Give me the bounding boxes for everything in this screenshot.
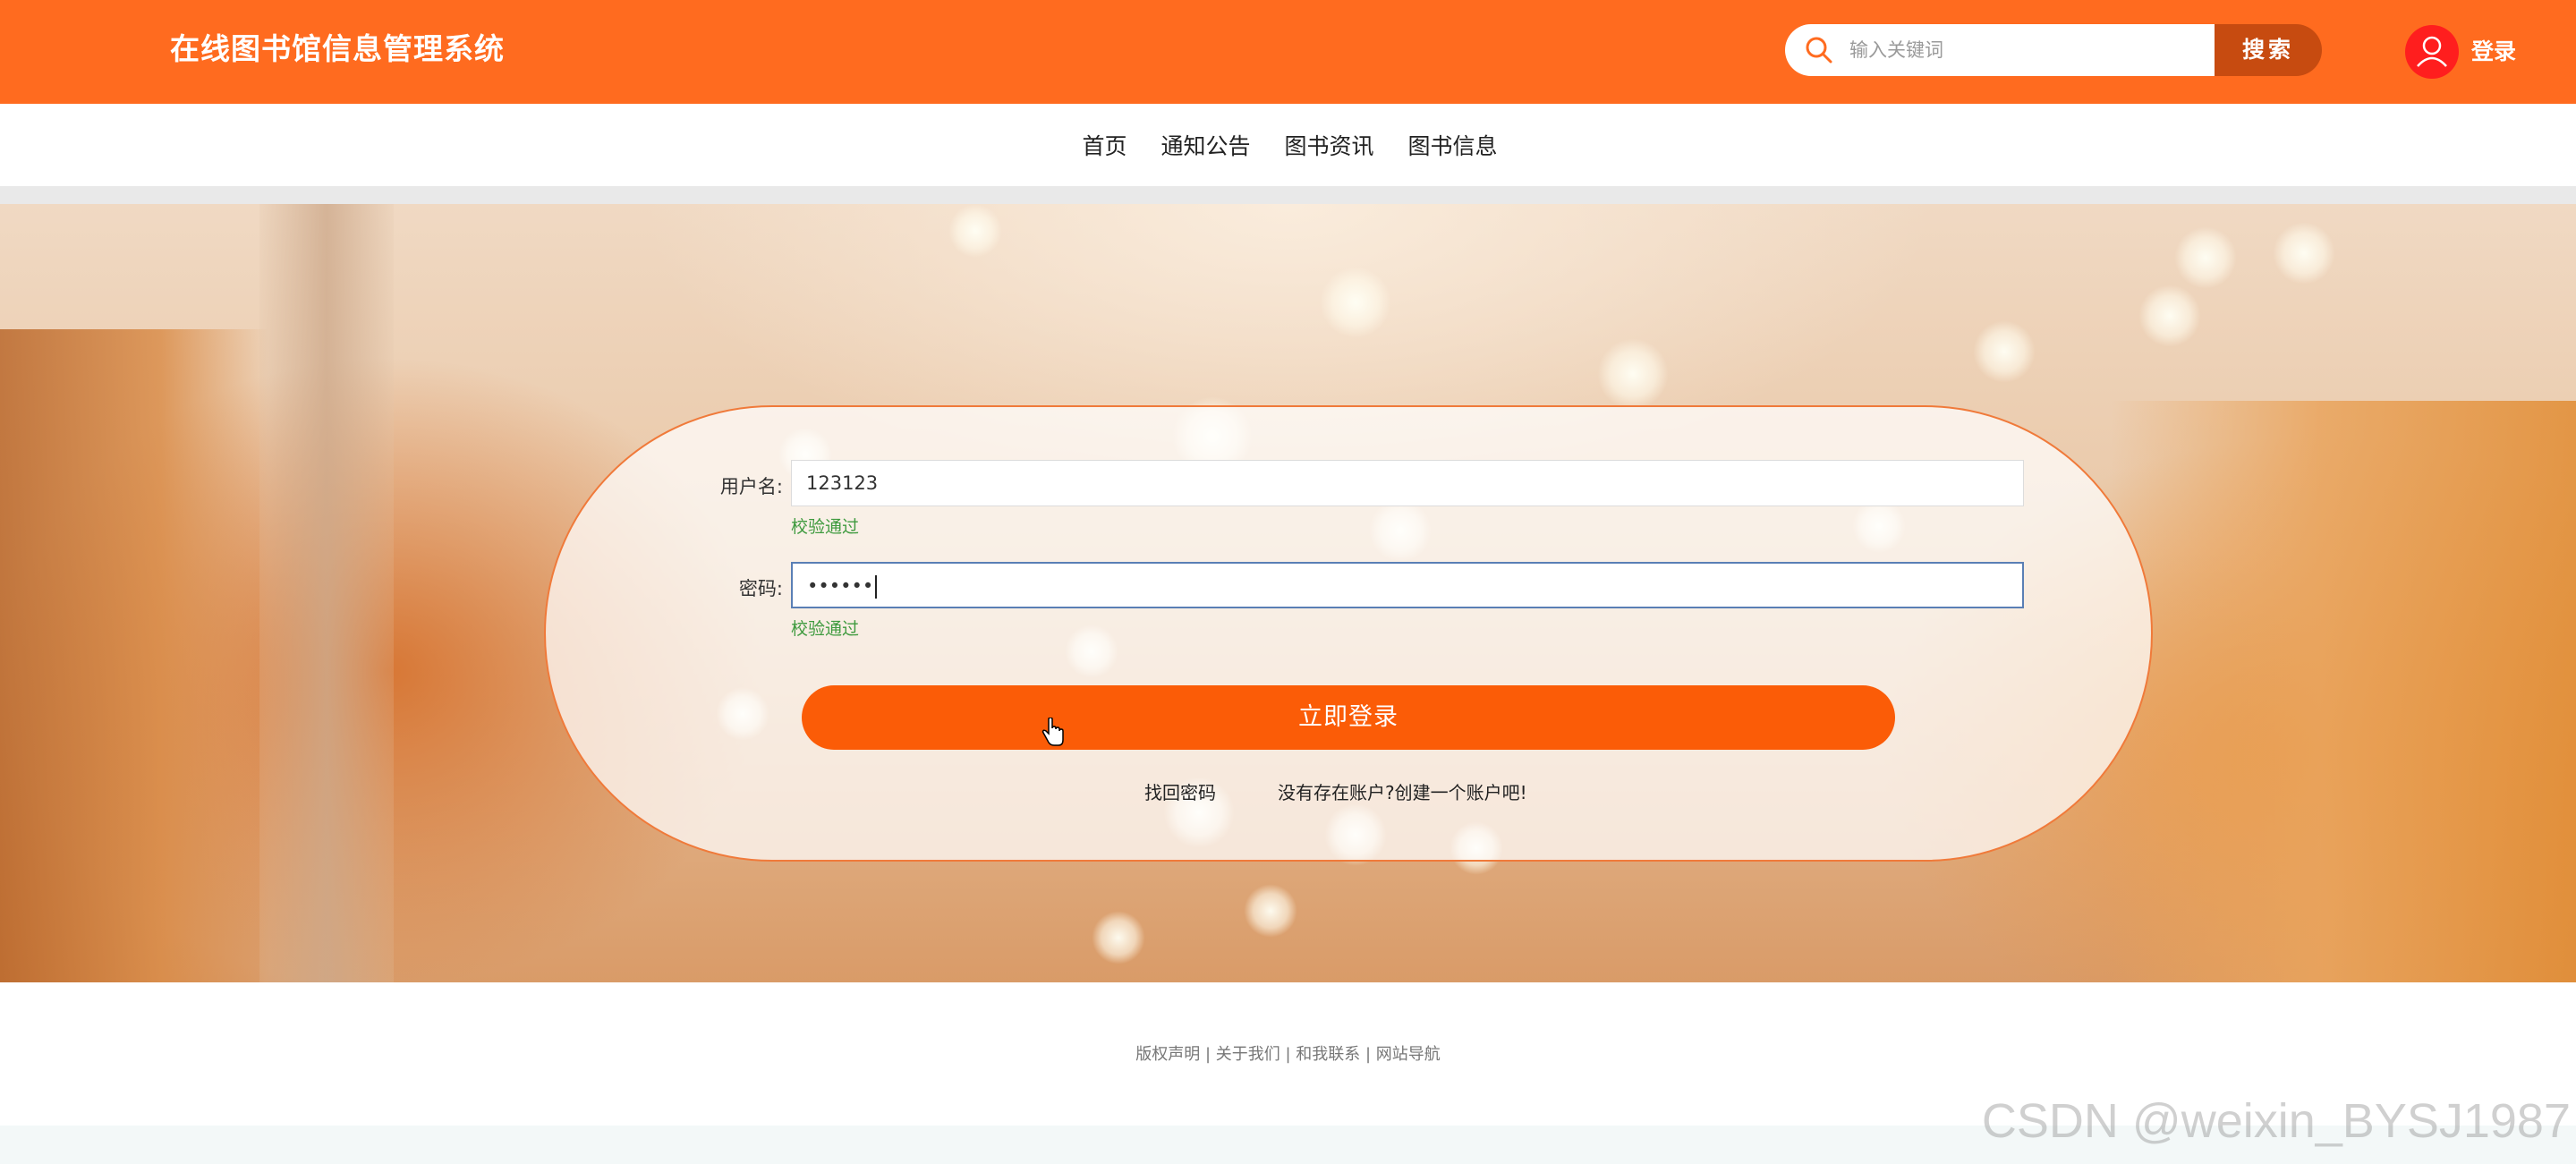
login-link[interactable]: 登录 bbox=[2471, 34, 2516, 66]
text-caret bbox=[875, 575, 878, 599]
password-label: 密码: bbox=[738, 578, 783, 599]
register-link[interactable]: 没有存在账户?创建一个账户吧! bbox=[1278, 778, 1527, 804]
login-submit-button[interactable]: 立即登录 bbox=[802, 685, 1895, 750]
password-input[interactable]: •••••• bbox=[791, 562, 2024, 608]
nav-item-book-info[interactable]: 图书信息 bbox=[1408, 129, 1498, 161]
site-title: 在线图书馆信息管理系统 bbox=[170, 31, 505, 66]
user-icon[interactable] bbox=[2405, 25, 2459, 79]
footer-link-sitemap[interactable]: 网站导航 bbox=[1376, 1045, 1441, 1064]
footer-links: 版权声明 | 关于我们 | 和我联系 | 网站导航 bbox=[1135, 1045, 1441, 1064]
nav-item-book-news[interactable]: 图书资讯 bbox=[1285, 129, 1374, 161]
nav-item-notices[interactable]: 通知公告 bbox=[1160, 129, 1250, 161]
search-box bbox=[1785, 24, 2215, 76]
hand-pointer-icon bbox=[1041, 718, 1064, 746]
password-validation-message: 校验通过 bbox=[791, 619, 860, 639]
search-icon bbox=[1806, 37, 1832, 64]
watermark: CSDN @weixin_BYSJ1987 bbox=[1981, 1094, 2571, 1148]
username-input[interactable]: 123123 bbox=[791, 460, 2024, 506]
search-input[interactable] bbox=[1848, 33, 2197, 67]
top-header: 在线图书馆信息管理系统 搜索 登录 bbox=[0, 0, 2576, 104]
main-nav: 首页 通知公告 图书资讯 图书信息 bbox=[0, 104, 2576, 186]
nav-divider bbox=[0, 186, 2576, 204]
username-validation-message: 校验通过 bbox=[791, 517, 860, 537]
username-label: 用户名: bbox=[719, 476, 783, 497]
password-dots: •••••• bbox=[807, 575, 874, 597]
forgot-password-link[interactable]: 找回密码 bbox=[1144, 778, 1216, 804]
nav-item-home[interactable]: 首页 bbox=[1082, 129, 1126, 161]
footer-link-contact[interactable]: 和我联系 bbox=[1296, 1045, 1360, 1064]
footer-link-about[interactable]: 关于我们 bbox=[1216, 1045, 1280, 1064]
search-button[interactable]: 搜索 bbox=[2215, 24, 2322, 76]
footer-link-copyright[interactable]: 版权声明 bbox=[1135, 1045, 1200, 1064]
